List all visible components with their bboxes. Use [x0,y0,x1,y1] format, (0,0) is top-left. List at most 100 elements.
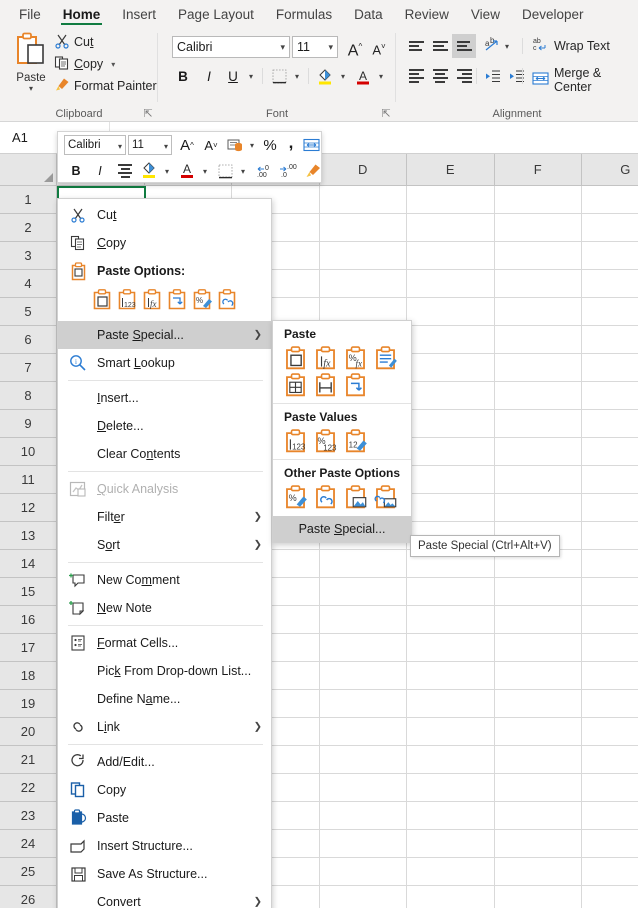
cell-F26[interactable] [495,886,583,908]
paste-icon[interactable] [91,288,113,315]
cell-D15[interactable] [320,578,408,606]
row-header-26[interactable]: 26 [0,886,57,908]
cell-D23[interactable] [320,802,408,830]
cell-F5[interactable] [495,298,583,326]
font-name-combo[interactable]: Calibri ▾ [172,36,290,58]
align-center-icon[interactable] [114,160,136,182]
italic-button[interactable]: I [90,160,110,182]
tab-developer[interactable]: Developer [511,0,595,28]
paste-linked-picture-icon[interactable] [371,484,399,509]
cell-G12[interactable] [582,494,638,522]
grow-font-icon[interactable]: A^ [344,36,366,58]
merge-center-button[interactable]: Merge & Center [532,66,638,94]
tab-file[interactable]: File [8,0,52,28]
chevron-down-icon[interactable]: ▾ [244,64,258,88]
row-header-5[interactable]: 5 [0,298,57,326]
cell-F6[interactable] [495,326,583,354]
paste-link-icon[interactable] [216,288,238,315]
cell-E5[interactable] [407,298,495,326]
chevron-down-icon[interactable]: ▾ [374,64,388,88]
font-dialog-launcher[interactable]: ⇱ [380,108,392,120]
paste-all-icon[interactable] [281,345,309,370]
cell-G1[interactable] [582,186,638,214]
menu-item-link[interactable]: Link❯ [58,713,271,741]
cell-G5[interactable] [582,298,638,326]
column-header-E[interactable]: E [407,154,495,186]
tab-view[interactable]: View [460,0,511,28]
row-header-22[interactable]: 22 [0,774,57,802]
cell-E20[interactable] [407,718,495,746]
fill-color-icon[interactable] [314,64,336,88]
menu-item-insert[interactable]: Insert... [58,384,271,412]
cell-G9[interactable] [582,410,638,438]
submenu-paste-special-item[interactable]: Paste Special... [273,516,411,542]
cell-D20[interactable] [320,718,408,746]
cell-F19[interactable] [495,690,583,718]
cell-G4[interactable] [582,270,638,298]
cell-E26[interactable] [407,886,495,908]
cell-G13[interactable] [582,522,638,550]
row-header-25[interactable]: 25 [0,858,57,886]
cell-E1[interactable] [407,186,495,214]
cell-G23[interactable] [582,802,638,830]
row-header-21[interactable]: 21 [0,746,57,774]
cell-E9[interactable] [407,410,495,438]
cell-E18[interactable] [407,662,495,690]
paste-keep-source-formatting-icon[interactable] [371,345,399,370]
cell-G20[interactable] [582,718,638,746]
cell-E16[interactable] [407,606,495,634]
row-header-23[interactable]: 23 [0,802,57,830]
select-all-corner[interactable] [0,154,57,186]
tab-formulas[interactable]: Formulas [265,0,343,28]
cell-E19[interactable] [407,690,495,718]
chevron-down-icon[interactable]: ▾ [246,134,258,156]
row-header-20[interactable]: 20 [0,718,57,746]
align-left-icon[interactable] [404,64,428,88]
cell-F23[interactable] [495,802,583,830]
bold-button[interactable]: B [172,64,194,88]
cell-G2[interactable] [582,214,638,242]
paste-formatting-icon[interactable]: % [191,288,213,315]
menu-item-pick-from-drop-down-list[interactable]: Pick From Drop-down List... [58,657,271,685]
cell-F20[interactable] [495,718,583,746]
chevron-down-icon[interactable]: ▾ [280,42,285,53]
menu-item-sort[interactable]: Sort❯ [58,531,271,559]
cell-F4[interactable] [495,270,583,298]
menu-item-paste-special[interactable]: Paste Special...❯ [58,321,271,349]
cell-F11[interactable] [495,466,583,494]
borders-icon[interactable] [214,160,236,182]
menu-item-new-note[interactable]: New Note [58,594,271,622]
menu-item-paste-options[interactable]: Paste Options: [58,257,271,285]
paste-values-icon[interactable]: 123 [281,428,309,453]
paste-formulas-icon[interactable]: fx [141,288,163,315]
chevron-down-icon[interactable]: ▾ [114,135,126,157]
cell-F12[interactable] [495,494,583,522]
cell-F22[interactable] [495,774,583,802]
cell-G19[interactable] [582,690,638,718]
accounting-number-format-icon[interactable] [224,134,246,156]
cell-F9[interactable] [495,410,583,438]
paste-no-borders-icon[interactable] [281,372,309,397]
percent-style-icon[interactable]: % [260,134,280,156]
column-header-G[interactable]: G [582,154,638,186]
cell-D21[interactable] [320,746,408,774]
cell-F7[interactable] [495,354,583,382]
cell-D3[interactable] [320,242,408,270]
paste-formatting-icon[interactable]: % [281,484,309,509]
paste-keep-column-widths-icon[interactable] [311,372,339,397]
cell-E2[interactable] [407,214,495,242]
cell-G25[interactable] [582,858,638,886]
menu-item-copy[interactable]: Copy [58,229,271,257]
cell-E24[interactable] [407,830,495,858]
cell-F10[interactable] [495,438,583,466]
cell-G18[interactable] [582,662,638,690]
cell-G10[interactable] [582,438,638,466]
tab-data[interactable]: Data [343,0,394,28]
italic-button[interactable]: I [198,64,220,88]
tab-page-layout[interactable]: Page Layout [167,0,265,28]
cell-D25[interactable] [320,858,408,886]
row-header-13[interactable]: 13 [0,522,57,550]
menu-item-smart-lookup[interactable]: iSmart Lookup [58,349,271,377]
menu-item-insert-structure[interactable]: Insert Structure... [58,832,271,860]
cell-E8[interactable] [407,382,495,410]
